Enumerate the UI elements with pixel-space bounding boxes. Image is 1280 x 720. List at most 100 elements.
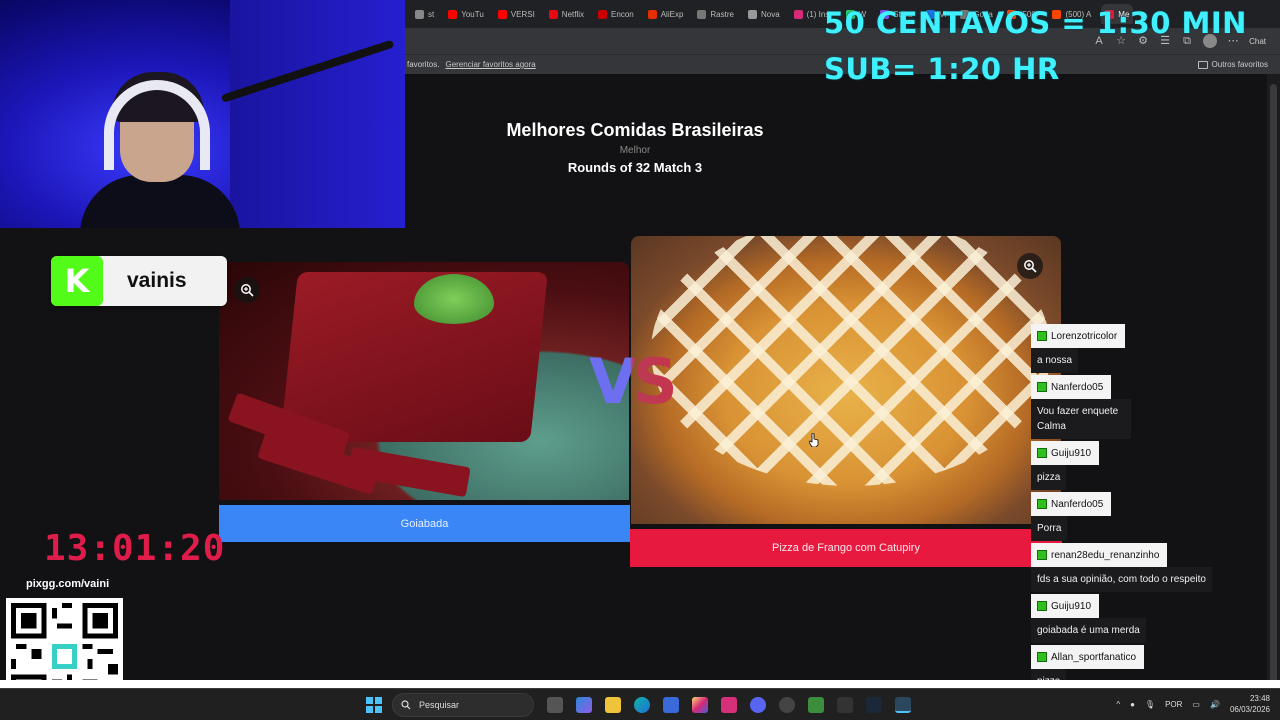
- store-icon[interactable]: [663, 697, 679, 713]
- chat-message: renan28edu_renanzinho fds a sua opinião,…: [1031, 543, 1276, 592]
- subscriber-badge-icon: [1037, 499, 1047, 509]
- folder-icon: [1197, 60, 1208, 69]
- username-text: Lorenzotricolor: [1051, 330, 1118, 342]
- file-explorer-icon[interactable]: [605, 697, 621, 713]
- page-scrollbar[interactable]: [1267, 74, 1280, 684]
- volume-icon[interactable]: 🔊: [1210, 700, 1220, 709]
- obs-icon[interactable]: [779, 697, 795, 713]
- chat-username: renan28edu_renanzinho: [1031, 543, 1168, 567]
- username-text: Guiju910: [1051, 447, 1092, 459]
- browser-tab[interactable]: Netflix: [545, 4, 588, 24]
- discord-icon[interactable]: [750, 697, 766, 713]
- webcam-background: [230, 0, 405, 228]
- chat-text: fds a sua opinião, com todo o respeito: [1031, 567, 1212, 592]
- other-favorites-label: Outros favoritos: [1211, 60, 1268, 69]
- streamer-body: [80, 175, 240, 228]
- chat-overlay: Lorenzotricolor a nossa Nanferdo05 Vou f…: [1031, 324, 1276, 696]
- streamer-name: vainis: [127, 269, 187, 292]
- tab-label: Netflix: [561, 9, 585, 19]
- zoom-right-icon[interactable]: [1017, 253, 1043, 279]
- username-text: Guiju910: [1051, 600, 1092, 612]
- browser-tab[interactable]: Nova: [744, 4, 784, 24]
- manage-favorites-link[interactable]: Gerenciar favoritos agora: [445, 60, 535, 69]
- subscriber-badge-icon: [1037, 550, 1047, 560]
- app-icon[interactable]: [837, 697, 853, 713]
- chat-text: goiabada é uma merda: [1031, 618, 1146, 643]
- chat-button[interactable]: Chat: [1249, 37, 1266, 46]
- chat-username: Lorenzotricolor: [1031, 324, 1126, 348]
- kick-badge: K vainis: [51, 256, 227, 306]
- instagram-app-icon[interactable]: [692, 697, 708, 713]
- chat-text: Porra: [1031, 516, 1068, 541]
- steam-icon[interactable]: [866, 697, 882, 713]
- browser-tab[interactable]: st: [411, 4, 438, 24]
- other-favorites-button[interactable]: Outros favoritos: [1197, 60, 1268, 69]
- vs-label: VS: [589, 345, 678, 418]
- task-view-icon[interactable]: [547, 697, 563, 713]
- scrollbar-thumb[interactable]: [1270, 84, 1277, 684]
- chat-message: Nanferdo05 Vou fazer enquete Calma: [1031, 375, 1276, 439]
- subscriber-badge-icon: [1037, 448, 1047, 458]
- username-text: renan28edu_renanzinho: [1051, 549, 1160, 561]
- username-text: Nanferdo05: [1051, 381, 1104, 393]
- horizontal-scrollbar[interactable]: [0, 680, 1280, 688]
- tray-app-icon[interactable]: ●: [1130, 700, 1135, 709]
- chat-text: pizza: [1031, 465, 1067, 490]
- screen: st YouTu VERSI Netflix Encon AliExp Rast…: [0, 0, 1280, 720]
- browser-tab[interactable]: Encon: [594, 4, 638, 24]
- windows-start-icon[interactable]: [366, 697, 382, 713]
- taskbar-search[interactable]: Pesquisar: [392, 693, 534, 717]
- app-icon[interactable]: [808, 697, 824, 713]
- goiabada-image[interactable]: [219, 262, 629, 500]
- donation-rate-text: 50 CENTAVOS = 1:30 MIN: [824, 6, 1247, 40]
- network-icon[interactable]: ▭: [1192, 700, 1200, 709]
- app-icon[interactable]: [895, 697, 911, 713]
- pizza-image[interactable]: [631, 236, 1061, 524]
- subscriber-badge-icon: [1037, 601, 1047, 611]
- tab-label: Encon: [611, 9, 634, 19]
- vote-pizza-button[interactable]: Pizza de Frango com Catupiry: [630, 529, 1062, 567]
- username-text: Allan_sportfanatico: [1051, 651, 1137, 663]
- chat-username: Guiju910: [1031, 594, 1100, 618]
- tab-label: Nova: [760, 9, 780, 19]
- tray-chevron-icon[interactable]: ^: [1116, 700, 1120, 709]
- microphone-icon[interactable]: 🎙: [1145, 700, 1155, 709]
- netflix-icon: [548, 9, 558, 19]
- search-icon: [401, 700, 411, 710]
- clock[interactable]: 23:48 06/03/2026: [1230, 693, 1270, 715]
- instagram-icon: [793, 9, 803, 19]
- aliexpress-icon: [647, 9, 657, 19]
- tab-label: YouTu: [461, 9, 484, 19]
- browser-tab[interactable]: YouTu: [444, 4, 488, 24]
- page-title: Melhores Comidas Brasileiras: [506, 120, 764, 140]
- chat-text: a nossa: [1031, 348, 1079, 373]
- subscriber-badge-icon: [1037, 382, 1047, 392]
- tab-label: VERSI: [510, 9, 535, 19]
- vote-goiabada-button[interactable]: Goiabada: [219, 505, 630, 542]
- chat-username: Allan_sportfanatico: [1031, 645, 1145, 669]
- username-text: Nanferdo05: [1051, 498, 1104, 510]
- language-indicator[interactable]: POR: [1165, 700, 1182, 709]
- youtube-icon: [448, 9, 458, 19]
- chat-username: Nanferdo05: [1031, 492, 1112, 516]
- browser-tab[interactable]: AliExp: [644, 4, 688, 24]
- zoom-left-icon[interactable]: [234, 277, 260, 303]
- clock-time: 23:48: [1249, 694, 1270, 703]
- app-icon[interactable]: [721, 697, 737, 713]
- round-indicator: Rounds of 32 Match 3: [567, 160, 703, 175]
- tab-label: Rastre: [710, 9, 734, 19]
- tab-favicon: [415, 9, 424, 19]
- search-placeholder: Pesquisar: [419, 700, 460, 710]
- browser-tab[interactable]: Rastre: [693, 4, 738, 24]
- youtube-icon: [497, 9, 507, 19]
- edge-icon[interactable]: [634, 697, 650, 713]
- tab-favicon: [598, 9, 608, 19]
- chat-username: Nanferdo05: [1031, 375, 1112, 399]
- subathon-timer: 13:01:20: [44, 528, 226, 569]
- chat-text: Vou fazer enquete Calma: [1031, 399, 1131, 439]
- hand-cursor-icon: [809, 433, 819, 447]
- browser-tab[interactable]: VERSI: [494, 4, 539, 24]
- bookmarks-prompt: favoritos.: [407, 60, 440, 69]
- kick-logo-icon: K: [51, 256, 103, 306]
- copilot-icon[interactable]: [576, 697, 592, 713]
